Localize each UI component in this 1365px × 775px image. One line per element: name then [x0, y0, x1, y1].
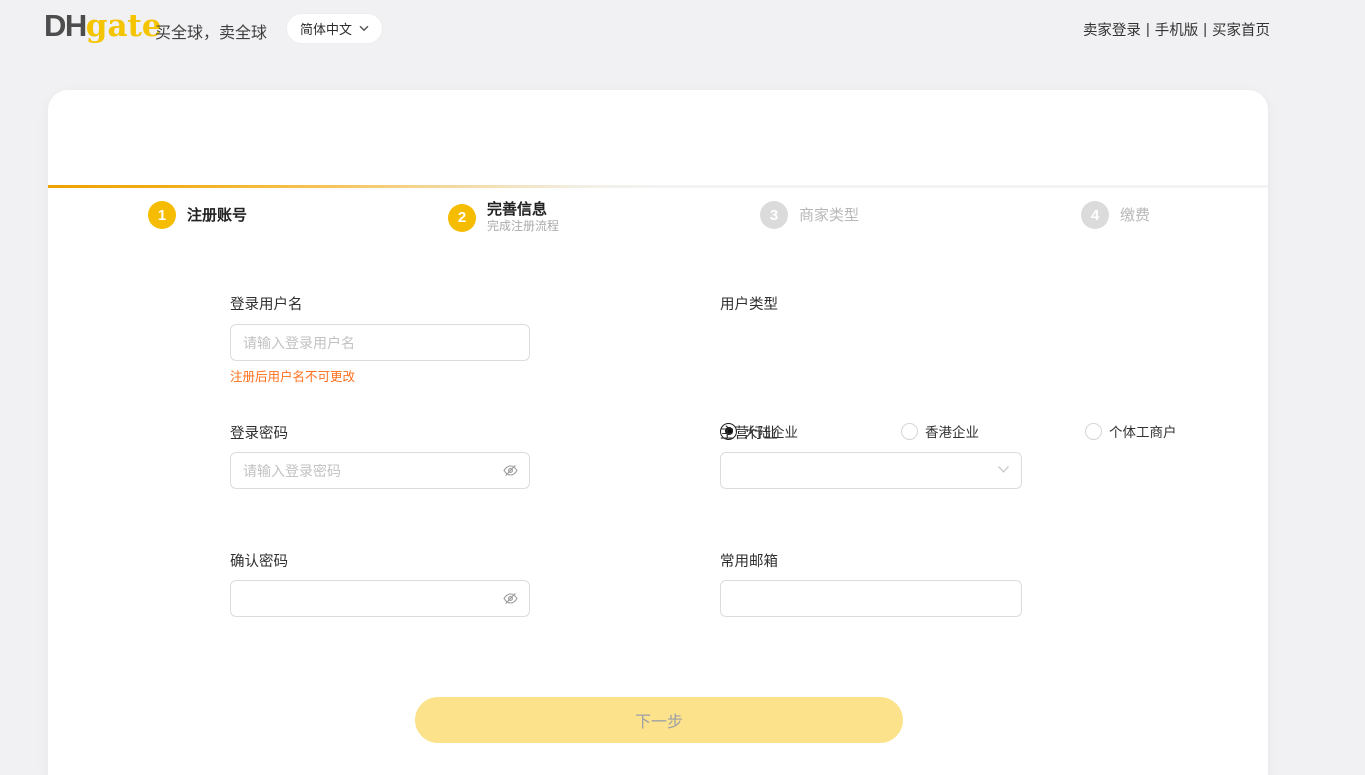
language-label: 简体中文: [300, 19, 352, 38]
mobile-version-link[interactable]: 手机版: [1155, 19, 1199, 40]
confirm-password-input[interactable]: [230, 580, 530, 617]
dhgate-logo[interactable]: DHgate: [44, 8, 162, 44]
confirm-password-label: 确认密码: [230, 550, 288, 571]
buyer-home-link[interactable]: 买家首页: [1212, 19, 1270, 40]
registration-card: 1 注册账号 2 完善信息 完成注册流程 3 商家类型 4 缴费 登录用户名 注…: [48, 90, 1268, 775]
chevron-down-icon: [359, 25, 369, 32]
eye-slash-icon[interactable]: [502, 462, 519, 479]
step-number-badge: 3: [760, 201, 788, 229]
step-payment: 4 缴费: [1081, 201, 1150, 229]
chevron-down-icon: [997, 465, 1010, 474]
step-number-badge: 2: [448, 204, 476, 232]
seller-login-link[interactable]: 卖家登录: [1083, 19, 1141, 40]
step-number-badge: 1: [148, 201, 176, 229]
step-merchant-type: 3 商家类型: [760, 201, 859, 229]
step-label: 注册账号: [187, 207, 247, 224]
industry-select[interactable]: [720, 452, 1022, 489]
confirm-password-field-wrap: [230, 580, 530, 617]
username-input[interactable]: [230, 324, 530, 361]
radio-label: 个体工商户: [1109, 421, 1177, 441]
radio-icon: [901, 423, 918, 440]
email-field-wrap: [720, 580, 1022, 617]
logo-dh-text: DH: [44, 8, 86, 44]
top-links: 卖家登录 | 手机版 | 买家首页: [1083, 19, 1270, 40]
step-progress-bar: [48, 185, 1268, 188]
step-complete-info: 2 完善信息 完成注册流程: [448, 201, 559, 234]
user-type-label: 用户类型: [720, 293, 778, 314]
logo-gate-text: gate: [86, 8, 162, 44]
site-tagline: 买全球，卖全球: [155, 19, 267, 43]
step-label: 商家类型: [799, 207, 859, 224]
radio-hongkong-company[interactable]: 香港企业: [901, 421, 979, 441]
password-input[interactable]: [230, 452, 530, 489]
top-bar: DHgate 买全球，卖全球 简体中文 卖家登录 | 手机版 | 买家首页: [0, 0, 1365, 58]
link-separator: |: [1203, 22, 1207, 38]
step-register-account: 1 注册账号: [148, 201, 247, 229]
progress-rest-segment: [658, 185, 1268, 188]
step-label: 完善信息: [487, 201, 559, 218]
industry-label: 主营行业: [720, 422, 778, 443]
email-input[interactable]: [720, 580, 1022, 617]
radio-label: 香港企业: [925, 421, 979, 441]
progress-done-segment: [48, 185, 658, 188]
radio-icon: [1085, 423, 1102, 440]
step-number-badge: 4: [1081, 201, 1109, 229]
password-field-wrap: [230, 452, 530, 489]
radio-individual-business[interactable]: 个体工商户: [1085, 421, 1177, 441]
step-sublabel: 完成注册流程: [487, 219, 559, 234]
eye-slash-icon[interactable]: [502, 590, 519, 607]
username-label: 登录用户名: [230, 293, 303, 314]
step-label: 缴费: [1120, 207, 1150, 224]
username-helper-text: 注册后用户名不可更改: [230, 366, 355, 385]
password-label: 登录密码: [230, 422, 288, 443]
email-label: 常用邮箱: [720, 550, 778, 571]
next-step-button[interactable]: 下一步: [415, 697, 903, 743]
link-separator: |: [1146, 22, 1150, 38]
username-field-wrap: [230, 324, 530, 361]
language-selector[interactable]: 简体中文: [287, 14, 382, 43]
